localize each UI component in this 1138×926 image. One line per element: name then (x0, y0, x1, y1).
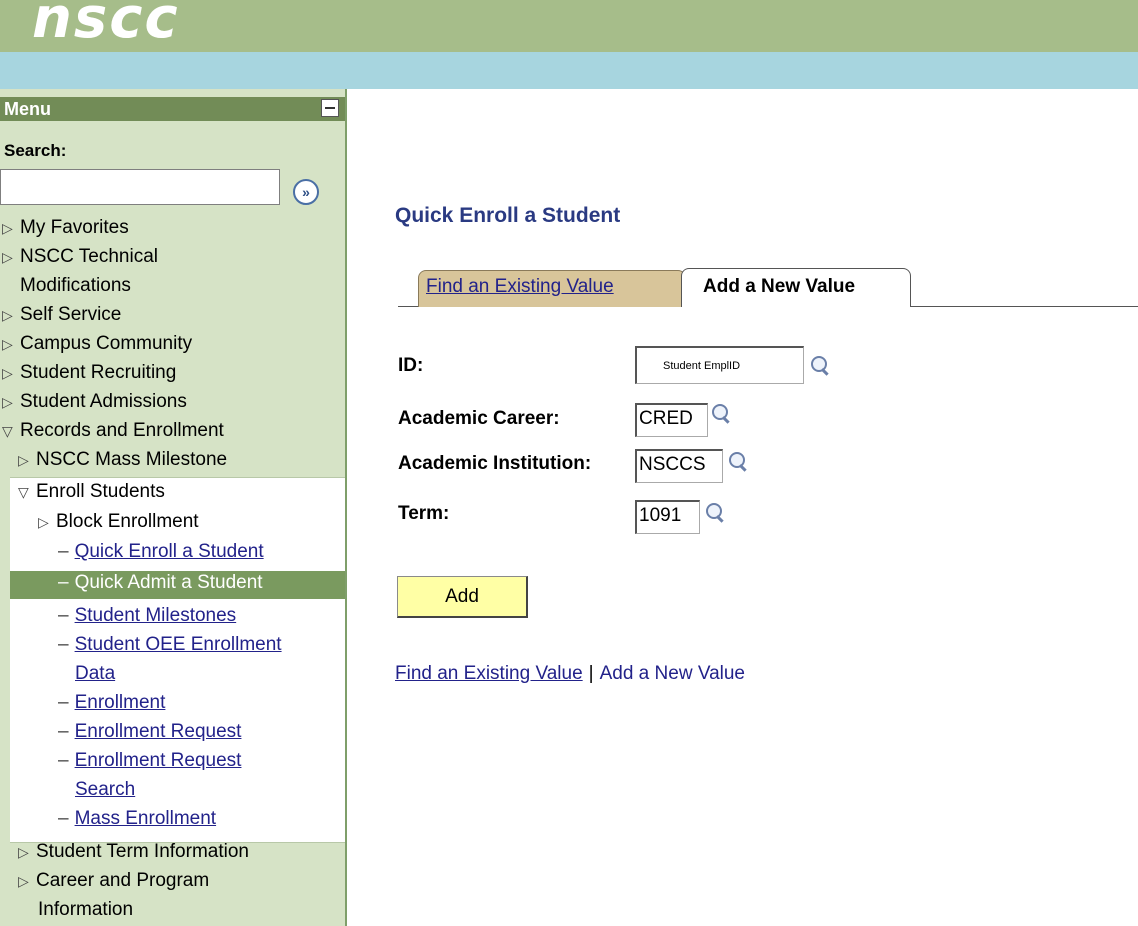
menu-item-student-milestones[interactable]: – Student Milestones (58, 605, 236, 627)
menu-item-student-admissions[interactable]: ▷ Student Admissions (2, 391, 187, 413)
menu-header: Menu (0, 97, 345, 121)
add-button[interactable]: Add (397, 576, 528, 618)
academic-career-label: Academic Career: (398, 408, 560, 429)
menu-item-label: Self Service (20, 304, 122, 325)
menu-item-label: Student Milestones (74, 605, 237, 626)
tab-baseline (909, 306, 1138, 307)
menu-item-mass-enrollment[interactable]: – Mass Enrollment (58, 808, 216, 830)
collapse-arrow-icon: ▽ (2, 423, 13, 439)
menu-item-nscc-mass-milestone[interactable]: ▷ NSCC Mass Milestone (18, 449, 227, 471)
find-existing-value-link[interactable]: Find an Existing Value (395, 663, 583, 684)
menu-item-student-recruiting[interactable]: ▷ Student Recruiting (2, 362, 176, 384)
app-window: nscc Menu Search: » ▷ My Favorites ▷ NSCC … (0, 0, 1138, 926)
expand-arrow-icon: ▷ (2, 365, 13, 381)
menu-item-enroll-students[interactable]: ▽ Enroll Students (18, 481, 165, 503)
academic-career-field[interactable]: CRED (635, 403, 708, 437)
expand-arrow-icon: ▷ (2, 220, 13, 236)
menu-item-self-service[interactable]: ▷ Self Service (2, 304, 121, 326)
expand-arrow-icon: ▷ (18, 844, 29, 860)
tab-label: Add a New Value (703, 276, 856, 297)
expand-arrow-icon: ▷ (38, 514, 49, 530)
search-go-icon[interactable]: » (293, 179, 319, 205)
menu-item-label: Modifications (20, 275, 131, 296)
academic-career-lookup-icon[interactable] (712, 404, 732, 426)
menu-item-label: Mass Enrollment (74, 808, 217, 829)
menu-item-student-oee-enrollment[interactable]: – Student OEE Enrollment (58, 634, 282, 656)
tab-label: Find an Existing Value (426, 276, 614, 297)
menu-item-label: Career and Program (36, 870, 210, 891)
menu-item-label: Information (38, 899, 134, 920)
menu-item-label: Enroll Students (36, 481, 165, 502)
menu-item-my-favorites[interactable]: ▷ My Favorites (2, 217, 129, 239)
menu-item-label: Student Recruiting (20, 362, 177, 383)
menu-item-label: Student Admissions (20, 391, 187, 412)
menu-item-career-and-program[interactable]: ▷ Career and Program (18, 870, 209, 892)
menu-title: Menu (4, 99, 51, 119)
menu-item-enrollment[interactable]: – Enrollment (58, 692, 165, 714)
menu-item-label: NSCC Technical (20, 246, 158, 267)
search-label: Search: (4, 141, 67, 160)
menu-item-label: Data (75, 663, 116, 684)
academic-institution-lookup-icon[interactable] (729, 452, 749, 474)
expand-arrow-icon: ▷ (2, 394, 13, 410)
menu-item-label: Records and Enrollment (20, 420, 224, 441)
menu-item-label: Quick Admit a Student (74, 572, 263, 593)
add-new-value-link[interactable]: Add a New Value (600, 663, 745, 684)
menu-item-data[interactable]: Data (75, 663, 115, 685)
menu-item-label: Quick Enroll a Student (74, 541, 264, 562)
menu-item-enrollment-request-search[interactable]: – Enrollment Request (58, 750, 241, 772)
term-lookup-icon[interactable] (706, 503, 726, 525)
menu-item-quick-admit-a-student[interactable]: – Quick Admit a Student (58, 572, 263, 594)
menu-item-label: Enrollment Request (74, 721, 242, 742)
collapse-menu-icon[interactable] (321, 99, 339, 117)
menu-item-nscc-technical[interactable]: ▷ NSCC Technical (2, 246, 158, 268)
menu-item-label: Search (75, 779, 136, 800)
expand-arrow-icon: ▷ (2, 336, 13, 352)
menu-item-label: Enrollment Request (74, 750, 242, 771)
id-field[interactable]: Student EmplID (635, 346, 804, 384)
menu-item-quick-enroll-a-student[interactable]: – Quick Enroll a Student (58, 541, 264, 563)
menu-item-label: Block Enrollment (56, 511, 199, 532)
menu-item-block-enrollment[interactable]: ▷ Block Enrollment (38, 511, 199, 533)
expand-arrow-icon: ▷ (18, 873, 29, 889)
tab-add-new-value[interactable]: Add a New Value (681, 268, 911, 307)
menu-sidebar: Menu Search: » ▷ My Favorites ▷ NSCC Techn… (0, 89, 347, 926)
menu-search-input[interactable] (0, 169, 280, 205)
expand-arrow-icon: ▷ (18, 452, 29, 468)
menu-item-modifications[interactable]: Modifications (20, 275, 131, 297)
menu-item-campus-community[interactable]: ▷ Campus Community (2, 333, 192, 355)
expand-arrow-icon: ▷ (2, 307, 13, 323)
link-separator: | (588, 663, 594, 684)
tab-find-existing-value[interactable]: Find an Existing Value (418, 270, 686, 307)
menu-item-records-and-enrollment[interactable]: ▽ Records and Enrollment (2, 420, 224, 442)
menu-item-enrollment-request[interactable]: – Enrollment Request (58, 721, 241, 743)
menu-item-label: Student OEE Enrollment (74, 634, 282, 655)
header-subbar (0, 52, 1138, 89)
academic-institution-field[interactable]: NSCCS (635, 449, 723, 483)
id-label: ID: (398, 355, 424, 376)
header-banner: nscc (0, 0, 1138, 52)
term-field[interactable]: 1091 (635, 500, 700, 534)
menu-item-label: Campus Community (20, 333, 193, 354)
id-lookup-icon[interactable] (811, 356, 831, 378)
menu-item-search[interactable]: Search (75, 779, 135, 801)
expand-arrow-icon: ▷ (2, 249, 13, 265)
collapse-arrow-icon: ▽ (18, 484, 29, 500)
term-label: Term: (398, 503, 450, 524)
menu-item-label: NSCC Mass Milestone (36, 449, 228, 470)
bottom-links: Find an Existing Value | Add a New Value (395, 663, 745, 685)
page-title: Quick Enroll a Student (395, 204, 621, 227)
menu-item-information[interactable]: Information (38, 899, 133, 921)
menu-item-label: Enrollment (74, 692, 166, 713)
menu-item-student-term-information[interactable]: ▷ Student Term Information (18, 841, 249, 863)
menu-item-label: My Favorites (20, 217, 129, 238)
academic-institution-label: Academic Institution: (398, 453, 592, 474)
nscc-logo: nscc (32, 0, 180, 51)
menu-item-label: Student Term Information (36, 841, 249, 862)
